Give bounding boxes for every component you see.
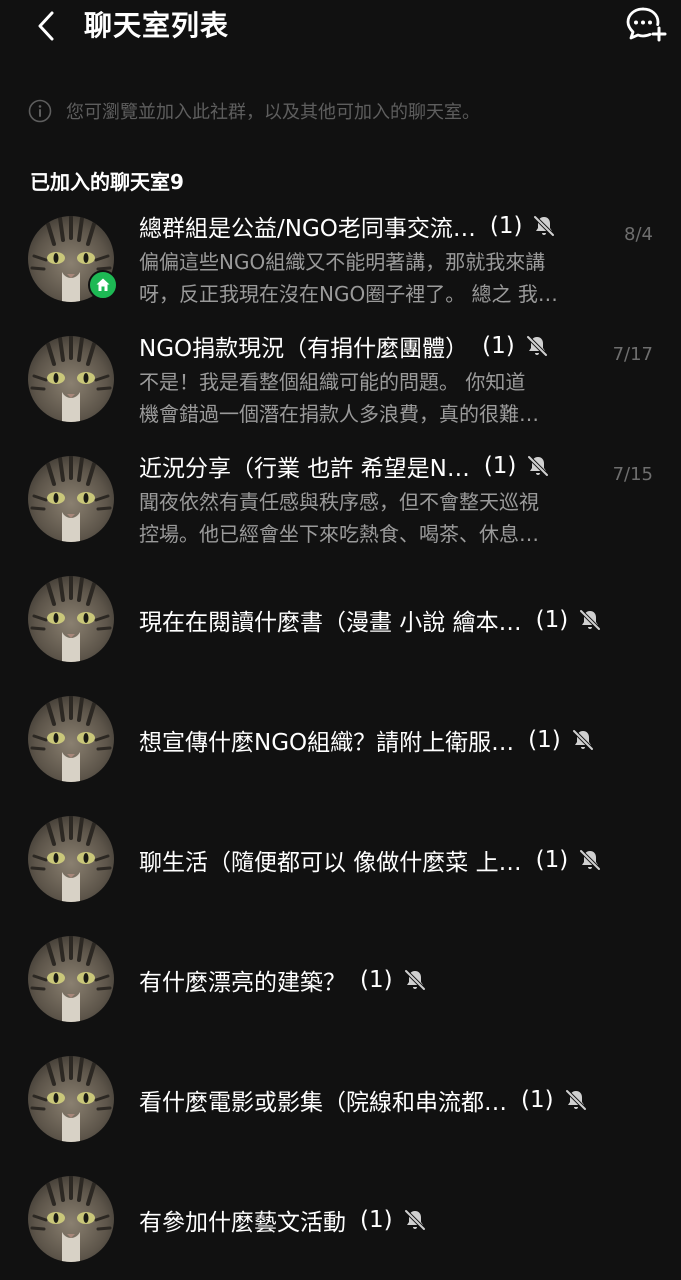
cat-avatar-image	[28, 696, 114, 782]
preview-line: 不是！我是看整個組織可能的問題。 你知道	[139, 370, 526, 394]
cat-avatar-image	[28, 456, 114, 542]
avatar	[28, 336, 114, 422]
chat-room-name: 總群組是公益/NGO老同事交流…	[139, 216, 476, 242]
chat-room-name: 聊生活（隨便都可以 像做什麼菜 上…	[139, 850, 522, 876]
preview-line: 機會錯過一個潛在捐款人多浪費，真的很難…	[139, 402, 539, 426]
chat-room-title: 現在在閱讀什麼書（漫畫 小說 繪本… (1)	[139, 600, 602, 640]
preview-line: 呀，反正我現在沒在NGO圈子裡了。 總之 我…	[139, 282, 558, 306]
chat-room-list: 總群組是公益/NGO老同事交流… (1) 8/4 偏偏這些NGO組織又不能明著講，那…	[0, 200, 681, 1280]
chat-room-title: 聊生活（隨便都可以 像做什麼菜 上… (1)	[139, 840, 602, 880]
chat-room-title: 想宣傳什麼NGO組織？請附上衛服… (1)	[139, 720, 595, 760]
avatar	[28, 456, 114, 542]
member-count: (1)	[360, 967, 393, 993]
cat-avatar-image	[28, 936, 114, 1022]
member-count: (1)	[360, 1207, 393, 1233]
preview-line: 控場。他已經會坐下來吃熱食、喝茶、休息…	[139, 522, 539, 546]
last-message-date: 7/17	[612, 344, 653, 365]
chat-room-title: 近況分享（行業 也許 希望是N… (1)	[139, 446, 550, 486]
last-message-date: 7/15	[612, 464, 653, 485]
chevron-left-icon	[38, 11, 54, 41]
muted-bell-icon	[526, 335, 548, 357]
page-title: 聊天室列表	[84, 9, 230, 42]
chat-room-row[interactable]: 總群組是公益/NGO老同事交流… (1) 8/4 偏偏這些NGO組織又不能明著講，那…	[0, 200, 681, 320]
muted-bell-icon	[534, 215, 555, 237]
preview-line: 聞夜依然有責任感與秩序感，但不會整天巡視	[139, 490, 539, 514]
joined-rooms-section-title: 已加入的聊天室9	[30, 170, 184, 194]
new-chat-button[interactable]	[624, 4, 668, 44]
member-count: (1)	[489, 213, 523, 239]
info-icon	[28, 99, 52, 123]
last-message-preview: 偏偏這些NGO組織又不能明著講，那就我來講 呀，反正我現在沒在NGO圈子裡了。 總…	[139, 246, 589, 310]
member-count: (1)	[521, 1087, 554, 1113]
chat-room-row[interactable]: 現在在閱讀什麼書（漫畫 小說 繪本… (1)	[0, 560, 681, 680]
last-message-preview: 不是！我是看整個組織可能的問題。 你知道 機會錯過一個潛在捐款人多浪費，真的很難…	[139, 366, 589, 430]
last-message-preview: 聞夜依然有責任感與秩序感，但不會整天巡視 控場。他已經會坐下來吃熱食、喝茶、休息…	[139, 486, 589, 550]
muted-bell-icon	[404, 1209, 426, 1231]
muted-bell-icon	[565, 1089, 587, 1111]
muted-bell-icon	[404, 969, 426, 991]
cat-avatar-image	[28, 816, 114, 902]
header: 聊天室列表	[0, 0, 681, 54]
back-button[interactable]	[30, 10, 62, 42]
chat-room-name: 近況分享（行業 也許 希望是N…	[139, 456, 470, 482]
info-notice: 您可瀏覽並加入此社群，以及其他可加入的聊天室。	[28, 95, 480, 127]
cat-avatar-image	[28, 336, 114, 422]
notice-text: 您可瀏覽並加入此社群，以及其他可加入的聊天室。	[66, 102, 480, 123]
cat-avatar-image	[28, 576, 114, 662]
cat-avatar-image	[28, 1056, 114, 1142]
chat-room-name: 有參加什麼藝文活動	[139, 1210, 346, 1236]
cat-avatar-image	[28, 1176, 114, 1262]
member-count: (1)	[483, 453, 517, 479]
chat-room-list-screen: 聊天室列表 您可瀏覽並加入此社群，以及其他可加入的聊天室。 已加入的聊天室9 總…	[0, 0, 681, 1280]
chat-room-row[interactable]: 有什麼漂亮的建築？ (1)	[0, 920, 681, 1040]
chat-room-name: 看什麼電影或影集（院線和串流都…	[139, 1090, 507, 1116]
chat-room-title: NGO捐款現況（有捐什麼團體） (1)	[139, 326, 549, 366]
muted-bell-icon	[528, 455, 549, 477]
preview-line: 偏偏這些NGO組織又不能明著講，那就我來講	[139, 250, 546, 274]
chat-bubble-plus-icon	[626, 7, 667, 42]
community-home-badge	[88, 270, 118, 300]
muted-bell-icon	[579, 609, 601, 631]
chat-room-title: 有參加什麼藝文活動 (1)	[139, 1200, 427, 1240]
member-count: (1)	[482, 333, 515, 359]
chat-room-row[interactable]: 看什麼電影或影集（院線和串流都… (1)	[0, 1040, 681, 1160]
chat-room-name: NGO捐款現況（有捐什麼團體）	[139, 336, 469, 362]
last-message-date: 8/4	[624, 224, 653, 245]
avatar	[28, 1056, 114, 1142]
chat-room-row[interactable]: 有參加什麼藝文活動 (1)	[0, 1160, 681, 1280]
chat-room-row[interactable]: 聊生活（隨便都可以 像做什麼菜 上… (1)	[0, 800, 681, 920]
avatar	[28, 576, 114, 662]
muted-bell-icon	[572, 729, 594, 751]
chat-room-row[interactable]: 近況分享（行業 也許 希望是N… (1) 7/15 聞夜依然有責任感與秩序感，但不會…	[0, 440, 681, 560]
chat-room-title: 看什麼電影或影集（院線和串流都… (1)	[139, 1080, 588, 1120]
chat-room-name: 想宣傳什麼NGO組織？請附上衛服…	[139, 730, 515, 756]
avatar	[28, 1176, 114, 1262]
chat-room-title: 有什麼漂亮的建築？ (1)	[139, 960, 427, 1000]
avatar	[28, 816, 114, 902]
member-count: (1)	[528, 727, 561, 753]
avatar	[28, 936, 114, 1022]
chat-room-title: 總群組是公益/NGO老同事交流… (1)	[139, 206, 556, 246]
member-count: (1)	[535, 847, 569, 873]
member-count: (1)	[535, 607, 569, 633]
chat-room-name: 現在在閱讀什麼書（漫畫 小說 繪本…	[139, 610, 522, 636]
avatar	[28, 696, 114, 782]
chat-room-name: 有什麼漂亮的建築？	[139, 970, 346, 996]
muted-bell-icon	[579, 849, 601, 871]
chat-room-row[interactable]: 想宣傳什麼NGO組織？請附上衛服… (1)	[0, 680, 681, 800]
home-icon	[96, 278, 110, 291]
chat-room-row[interactable]: NGO捐款現況（有捐什麼團體） (1) 7/17 不是！我是看整個組織可能的問題。 …	[0, 320, 681, 440]
